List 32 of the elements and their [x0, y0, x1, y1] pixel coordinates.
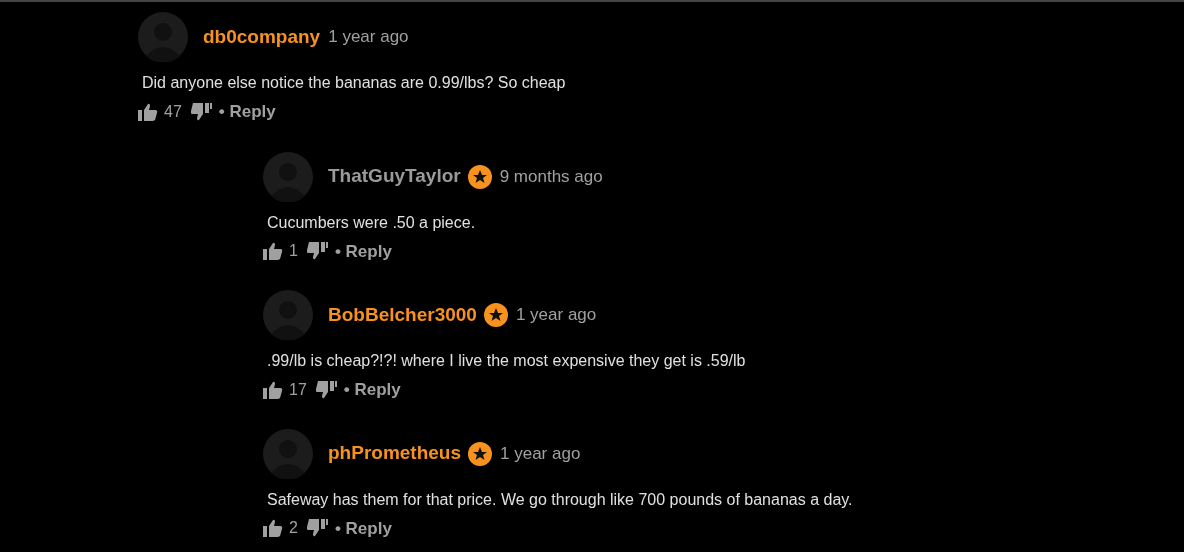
avatar-icon [138, 12, 188, 62]
timestamp: 1 year ago [500, 442, 581, 465]
comment-text: .99/lb is cheap?!?! where I live the most expensive they get is .59/lb [267, 351, 747, 371]
thumbs-up-icon[interactable] [138, 102, 158, 121]
username[interactable]: db0company [203, 22, 321, 52]
thumbs-up-icon[interactable] [263, 380, 283, 399]
comment-text: Did anyone else notice the bananas are 0.99/lbs? So cheap [142, 73, 567, 93]
like-count: 17 [289, 379, 307, 400]
like-count: 2 [289, 518, 298, 539]
thumbs-down-icon[interactable] [315, 380, 338, 399]
timestamp: 1 year ago [515, 304, 597, 327]
username[interactable]: BobBelcher3000 [328, 300, 477, 330]
comment-text: Safeway has them for that price. We go through like 700 pounds of bananas a day. [267, 489, 854, 510]
reply-link[interactable]: • Reply [334, 238, 392, 264]
thumbs-down-icon[interactable] [306, 519, 329, 538]
thumbs-up-icon[interactable] [263, 242, 283, 261]
comment-text: Cucumbers were .50 a piece. [267, 212, 477, 233]
timestamp: 9 months ago [499, 165, 603, 188]
username[interactable]: phPrometheus [328, 439, 462, 468]
reply-link[interactable]: • Reply [343, 377, 401, 403]
username[interactable]: ThatGuyTaylor [328, 162, 461, 191]
avatar-icon [263, 290, 313, 340]
avatar-icon [263, 151, 313, 202]
avatar-icon [263, 428, 313, 479]
like-count: 47 [164, 101, 182, 122]
thumbs-down-icon[interactable] [190, 102, 213, 121]
reply-link[interactable]: • Reply [334, 515, 392, 541]
thumbs-up-icon[interactable] [263, 519, 283, 538]
timestamp: 1 year ago [328, 26, 409, 49]
like-count: 1 [289, 241, 298, 262]
reply-link[interactable]: • Reply [218, 99, 276, 125]
thumbs-down-icon[interactable] [306, 242, 329, 261]
